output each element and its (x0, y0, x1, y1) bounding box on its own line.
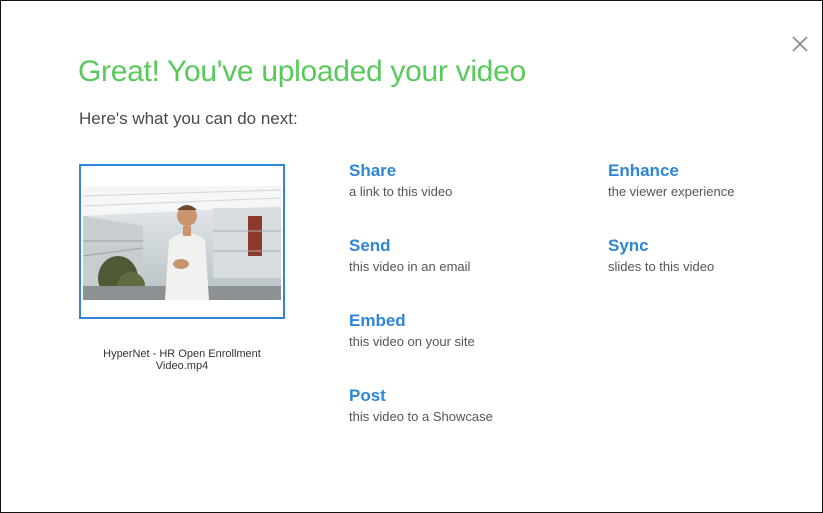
post-link[interactable]: Post (349, 386, 549, 406)
video-thumbnail[interactable] (79, 164, 285, 319)
enhance-link[interactable]: Enhance (608, 161, 808, 181)
send-description: this video in an email (349, 259, 471, 274)
upload-success-dialog: Great! You've uploaded your video Here's… (0, 0, 823, 513)
enhance-description: the viewer experience (608, 184, 735, 199)
sync-description: slides to this video (608, 259, 715, 274)
embed-action[interactable]: Embed this video on your site (349, 311, 549, 350)
video-thumbnail-image (83, 186, 281, 300)
share-action[interactable]: Share a link to this video (349, 161, 549, 200)
share-link[interactable]: Share (349, 161, 549, 181)
send-link[interactable]: Send (349, 236, 549, 256)
send-action[interactable]: Send this video in an email (349, 236, 549, 275)
video-filename: HyperNet - HR Open Enrollment Video.mp4 (103, 348, 261, 372)
dialog-subtitle: Here's what you can do next: (79, 109, 298, 128)
close-icon[interactable] (789, 33, 811, 55)
share-description: a link to this video (349, 184, 453, 199)
enhance-action[interactable]: Enhance the viewer experience (608, 161, 808, 200)
embed-description: this video on your site (349, 334, 475, 349)
dialog-title: Great! You've uploaded your video (78, 55, 526, 88)
sync-action[interactable]: Sync slides to this video (608, 236, 808, 275)
embed-link[interactable]: Embed (349, 311, 549, 331)
post-action[interactable]: Post this video to a Showcase (349, 386, 549, 425)
sync-link[interactable]: Sync (608, 236, 808, 256)
post-description: this video to a Showcase (349, 409, 493, 424)
